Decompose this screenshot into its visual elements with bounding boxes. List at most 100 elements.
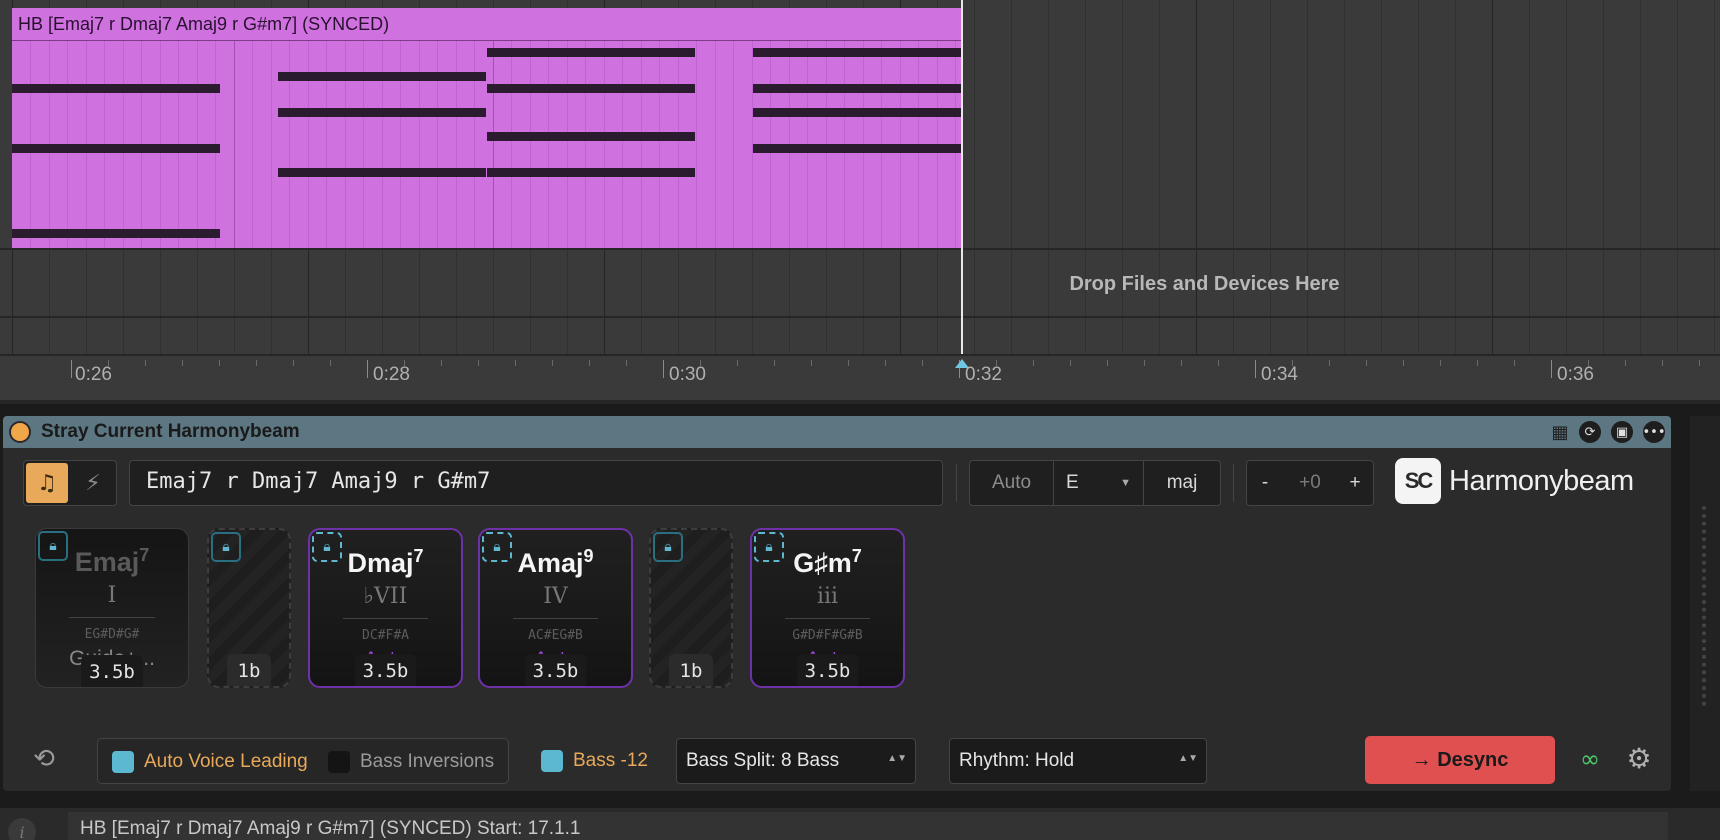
history-icon[interactable]: ⟲ bbox=[29, 744, 59, 774]
device-power-toggle[interactable] bbox=[9, 421, 31, 443]
clip-grid-line bbox=[252, 41, 253, 248]
midi-note[interactable] bbox=[12, 84, 220, 93]
music-note-icon: ♫ bbox=[37, 470, 57, 496]
clip-grid-line bbox=[659, 41, 660, 248]
key-mode-select[interactable]: maj bbox=[1144, 461, 1220, 505]
midi-note[interactable] bbox=[487, 48, 695, 57]
bolt-mode-button[interactable]: ⚡ bbox=[72, 463, 114, 503]
ruler-tick bbox=[515, 360, 516, 366]
midi-note[interactable] bbox=[753, 48, 961, 57]
ruler-tick bbox=[1033, 360, 1034, 366]
status-bar: i HB [Emaj7 r Dmaj7 Amaj9 r G#m7] (SYNCE… bbox=[0, 808, 1720, 840]
more-icon[interactable]: ••• bbox=[1643, 421, 1666, 443]
midi-note[interactable] bbox=[12, 229, 220, 238]
playhead bbox=[961, 0, 963, 357]
midi-note[interactable] bbox=[12, 144, 220, 153]
key-root-select[interactable]: E ▼ bbox=[1054, 461, 1144, 505]
rhythm-select[interactable]: Rhythm: Hold ▲▼ bbox=[949, 738, 1207, 784]
midi-note[interactable] bbox=[487, 84, 695, 93]
chord-card[interactable]: 🔒︎ Amaj9 IV AC#EG#B Auto 3.5b bbox=[478, 528, 633, 688]
sync-icon[interactable]: ⟳ bbox=[1579, 421, 1601, 443]
midi-clip[interactable]: HB [Emaj7 r Dmaj7 Amaj9 r G#m7] (SYNCED) bbox=[12, 8, 961, 248]
clip-grid-line bbox=[604, 41, 605, 248]
progression-input[interactable]: Emaj7 r Dmaj7 Amaj9 r G#m7 bbox=[129, 460, 943, 506]
chord-notes: EG#D#G# bbox=[84, 627, 140, 642]
rest-length[interactable]: 1b bbox=[669, 654, 713, 686]
chord-length[interactable]: 3.5b bbox=[81, 655, 143, 687]
lock-icon[interactable]: 🔒︎ bbox=[653, 532, 683, 562]
bass-split-select[interactable]: Bass Split: 8 Bass ▲▼ bbox=[676, 738, 916, 784]
chord-notes: G#D#F#G#B bbox=[792, 628, 863, 643]
ruler-tick bbox=[922, 360, 923, 366]
grid-line bbox=[1677, 0, 1678, 355]
auto-voice-leading-label[interactable]: Auto Voice Leading bbox=[144, 751, 308, 773]
lock-icon[interactable]: 🔒︎ bbox=[211, 532, 241, 562]
midi-note[interactable] bbox=[753, 108, 961, 117]
link-icon[interactable]: ∞ bbox=[1574, 744, 1606, 774]
device-scrollbar[interactable] bbox=[1690, 416, 1720, 791]
midi-note[interactable] bbox=[487, 168, 695, 177]
time-ruler[interactable]: 0:26 0:28 0:30 0:32 0:34 0:36 bbox=[0, 354, 1720, 400]
bass-inversions-label[interactable]: Bass Inversions bbox=[360, 751, 494, 773]
chord-name: Amaj9 bbox=[517, 546, 594, 578]
info-icon[interactable]: i bbox=[8, 818, 36, 840]
rest-length[interactable]: 1b bbox=[227, 654, 271, 686]
ruler-tick bbox=[71, 360, 72, 378]
ruler-tick bbox=[1329, 360, 1330, 366]
bass-offset-checkbox[interactable] bbox=[541, 750, 563, 772]
key-auto-button[interactable]: Auto bbox=[970, 461, 1054, 505]
toolbar-divider bbox=[1233, 464, 1234, 502]
midi-note[interactable] bbox=[753, 144, 961, 153]
track-separator bbox=[0, 248, 1720, 250]
note-mode-button[interactable]: ♫ bbox=[26, 463, 68, 503]
arrangement-view[interactable]: HB [Emaj7 r Dmaj7 Amaj9 r G#m7] (SYNCED)… bbox=[0, 0, 1720, 404]
harmonybeam-device: Stray Current Harmonybeam ▦ ⟳ ▣ ••• ♫ ⚡ … bbox=[3, 416, 1671, 791]
rest-card[interactable]: 🔒︎ Rest 1b bbox=[649, 528, 733, 688]
rhythm-value: Rhythm: Hold bbox=[959, 750, 1075, 771]
calendar-icon[interactable]: ▦ bbox=[1549, 421, 1571, 443]
save-icon[interactable]: ▣ bbox=[1611, 421, 1633, 443]
ruler-tick bbox=[589, 360, 590, 366]
clip-grid-line bbox=[715, 41, 716, 248]
chord-length[interactable]: 3.5b bbox=[524, 654, 587, 686]
select-arrow-icon: ▲▼ bbox=[887, 753, 907, 764]
card-divider bbox=[343, 618, 428, 619]
chord-length[interactable]: 3.5b bbox=[796, 654, 859, 686]
midi-note[interactable] bbox=[278, 72, 486, 81]
chord-notes: DC#F#A bbox=[362, 628, 409, 643]
midi-note[interactable] bbox=[487, 132, 695, 141]
transpose-plus-button[interactable]: + bbox=[1337, 461, 1373, 505]
midi-note[interactable] bbox=[278, 108, 486, 117]
chord-length[interactable]: 3.5b bbox=[354, 654, 417, 686]
transpose-minus-button[interactable]: - bbox=[1247, 461, 1283, 505]
ruler-tick bbox=[1699, 360, 1700, 366]
clip-grid-line bbox=[641, 41, 642, 248]
chord-card[interactable]: 🔒︎ G♯m7 iii G#D#F#G#B Auto 3.5b bbox=[750, 528, 905, 688]
scroll-grip[interactable] bbox=[1702, 506, 1706, 706]
chord-name: G♯m7 bbox=[793, 546, 862, 578]
ruler-tick bbox=[1107, 360, 1108, 366]
transpose-stepper: - +0 + bbox=[1246, 460, 1374, 506]
clip-header[interactable]: HB [Emaj7 r Dmaj7 Amaj9 r G#m7] (SYNCED) bbox=[12, 8, 961, 41]
clip-title: HB [Emaj7 r Dmaj7 Amaj9 r G#m7] (SYNCED) bbox=[18, 14, 390, 34]
chord-card[interactable]: 🔒︎ Dmaj7 ♭VII DC#F#A Auto 3.5b bbox=[308, 528, 463, 688]
bass-offset-label[interactable]: Bass -12 bbox=[573, 750, 648, 772]
rest-card[interactable]: 🔒︎ Rest 1b bbox=[207, 528, 291, 688]
ruler-tick bbox=[219, 360, 220, 366]
auto-voice-leading-checkbox[interactable] bbox=[112, 751, 134, 773]
gear-icon[interactable]: ⚙ bbox=[1623, 742, 1655, 775]
grid-line bbox=[1603, 0, 1604, 355]
ruler-label: 0:36 bbox=[1557, 364, 1594, 385]
device-titlebar[interactable]: Stray Current Harmonybeam ▦ ⟳ ▣ ••• bbox=[3, 416, 1671, 448]
chord-card[interactable]: 🔒︎ Emaj7 I EG#D#G# Guide+... 3.5b bbox=[35, 528, 189, 688]
ruler-tick bbox=[1144, 360, 1145, 366]
card-divider bbox=[785, 618, 870, 619]
midi-note[interactable] bbox=[278, 168, 486, 177]
grid-line bbox=[1566, 0, 1567, 355]
bass-inversions-checkbox[interactable] bbox=[328, 751, 350, 773]
desync-button[interactable]: → Desync bbox=[1365, 736, 1555, 784]
midi-note[interactable] bbox=[753, 84, 961, 93]
drop-zone[interactable]: Drop Files and Devices Here bbox=[962, 252, 1447, 316]
ruler-tick bbox=[663, 360, 664, 378]
transpose-value[interactable]: +0 bbox=[1283, 461, 1337, 505]
